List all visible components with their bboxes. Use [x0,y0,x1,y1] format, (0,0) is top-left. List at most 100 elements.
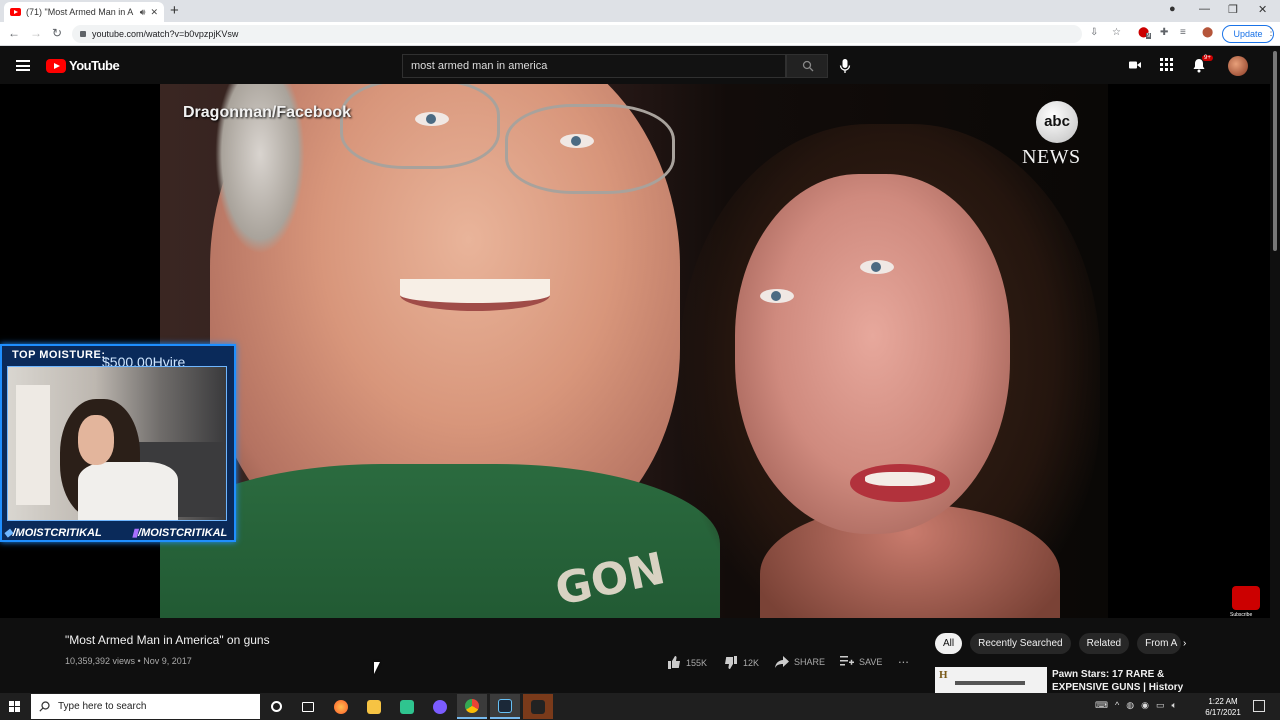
search-input[interactable] [402,54,786,78]
subscribe-watermark-icon[interactable]: Subscribe [1230,586,1260,618]
chrome-menu-icon[interactable]: ⋮ [1266,27,1276,38]
thumbnail-gun-shape [955,681,1025,685]
glasses-left-lens [340,84,500,169]
chips-next-chevron-icon[interactable]: › [1183,638,1186,649]
reading-list-icon[interactable]: ≡ [1180,27,1186,38]
playlist-add-icon [840,656,854,666]
like-count: 155K [686,657,708,668]
man-smile [400,279,550,311]
chip-recently-searched[interactable]: Recently Searched [970,633,1071,654]
close-tab-icon[interactable]: ✕ [150,7,158,18]
share-button[interactable]: SHARE [775,656,825,668]
history-logo: H [939,669,948,681]
youtube-favicon-icon [10,8,21,16]
woman-teeth [865,472,935,486]
taskbar-search-icon [39,701,50,712]
share-arrow-icon [775,656,789,668]
bookmark-star-icon[interactable]: ☆ [1112,27,1121,38]
minimize-icon[interactable]: — [1199,3,1210,15]
file-explorer-icon[interactable] [359,694,389,719]
youtube-header: YouTube 9+ [0,47,1280,84]
dislike-button[interactable]: 12K [724,656,759,669]
profile-record-icon[interactable]: ● [1169,3,1176,15]
address-bar[interactable]: youtube.com/watch?v=b0vpzpjKVsw [72,25,1082,43]
browser-toolbar: ← → ↻ youtube.com/watch?v=b0vpzpjKVsw ⇩ … [0,22,1280,46]
streamer-shirt [78,462,178,520]
news-label: NEWS [1022,146,1081,168]
url-text: youtube.com/watch?v=b0vpzpjKVsw [92,29,239,39]
epic-games-icon[interactable] [523,694,553,719]
thumbs-down-icon [725,656,737,669]
more-actions-button[interactable]: ... [898,651,909,666]
audio-playing-icon[interactable]: 🔊︎ [140,7,146,18]
account-avatar[interactable] [1228,56,1248,76]
install-app-icon[interactable]: ⇩ [1090,27,1098,38]
extensions-puzzle-icon[interactable]: ✚ [1160,27,1168,38]
steam-taskbar-icon[interactable] [490,694,520,719]
chip-all[interactable]: All [935,633,963,654]
windows-taskbar: Type here to search ⌨ ^ ◍ ◉ ▭ 🔈︎ 1:22 AM… [0,693,1280,720]
video-title: "Most Armed Man in America" on guns [65,633,270,647]
mouse-cursor-icon [374,662,386,674]
woman-right-eye [860,260,894,274]
tab-title: (71) "Most Armed Man in A [26,7,134,17]
cortana-icon[interactable] [261,694,291,719]
profile-avatar-icon[interactable]: ⬤ [1202,27,1213,38]
scrollbar-thumb[interactable] [1273,51,1277,251]
browser-tab-strip: (71) "Most Armed Man in A 🔊︎ ✕ + ● — ❐ ✕ [0,0,1280,22]
youtube-wordmark: YouTube [69,58,120,73]
spotify-like-app-icon[interactable] [392,694,422,719]
webcam-feed [7,366,227,521]
page-scrollbar[interactable] [1270,47,1280,693]
share-label: SHARE [794,657,826,667]
create-video-icon[interactable] [1128,58,1144,74]
chip-from-author[interactable]: From A [1137,633,1182,654]
taskbar-clock[interactable]: 1:22 AM 6/17/2021 [1198,696,1248,718]
streamer-face [78,415,114,465]
dislike-count: 12K [743,657,760,668]
keyboard-icon[interactable]: ⌨ [1095,700,1108,711]
search-button[interactable] [786,54,828,78]
youtube-logo[interactable]: YouTube [46,58,120,73]
woman-left-eye [760,289,794,303]
like-button[interactable]: 155K [667,656,707,669]
browser-tab[interactable]: (71) "Most Armed Man in A 🔊︎ ✕ [4,2,164,22]
recommendation-title[interactable]: Pawn Stars: 17 RARE & EXPENSIVE GUNS | H… [1052,668,1192,694]
apps-grid-icon[interactable] [1160,58,1176,74]
lock-icon [80,31,86,37]
task-view-icon[interactable] [293,694,323,719]
chip-related[interactable]: Related [1078,633,1130,654]
twitter-handle: ◆/MOISTCRITIKAL [4,526,102,539]
back-icon[interactable]: ← [8,26,20,40]
recommendation-thumbnail[interactable]: H [935,667,1047,693]
tray-security-icon[interactable]: ◉ [1141,700,1149,711]
save-button[interactable]: SAVE [840,656,882,667]
forward-icon[interactable]: → [30,26,42,40]
video-views-date: 10,359,392 views • Nov 9, 2017 [65,656,192,666]
windows-start-icon[interactable] [9,701,20,712]
clock-time: 1:22 AM [1208,697,1238,706]
chrome-taskbar-icon[interactable] [457,694,487,719]
new-tab-button[interactable]: + [170,3,179,19]
thumbs-up-icon [668,656,680,669]
microphone-icon[interactable] [838,58,852,74]
tray-app-icon[interactable]: ◍ [1126,700,1134,711]
tray-expand-icon[interactable]: ^ [1115,700,1119,711]
photo-credit: Dragonman/Facebook [183,104,352,121]
abc-logo: abc [1036,101,1078,143]
messaging-app-icon[interactable] [425,694,455,719]
close-window-icon[interactable]: ✕ [1258,3,1267,16]
restore-icon[interactable]: ❐ [1228,3,1238,16]
overlay-title: TOP MOISTURE: [12,349,106,361]
reload-icon[interactable]: ↻ [52,26,62,40]
action-center-icon[interactable] [1253,700,1265,712]
hamburger-menu-icon[interactable] [16,60,30,71]
taskbar-search-placeholder: Type here to search [58,701,147,712]
tray-network-icon[interactable]: ▭ [1156,700,1165,711]
taskbar-search-box[interactable]: Type here to search [31,694,260,719]
extension-badge: 9 [1146,33,1152,39]
search-icon [802,60,814,72]
volume-icon[interactable]: 🔈︎ [1171,700,1176,711]
firefox-icon[interactable] [326,694,356,719]
twitter-handle-text: /MOISTCRITIKAL [12,527,102,539]
